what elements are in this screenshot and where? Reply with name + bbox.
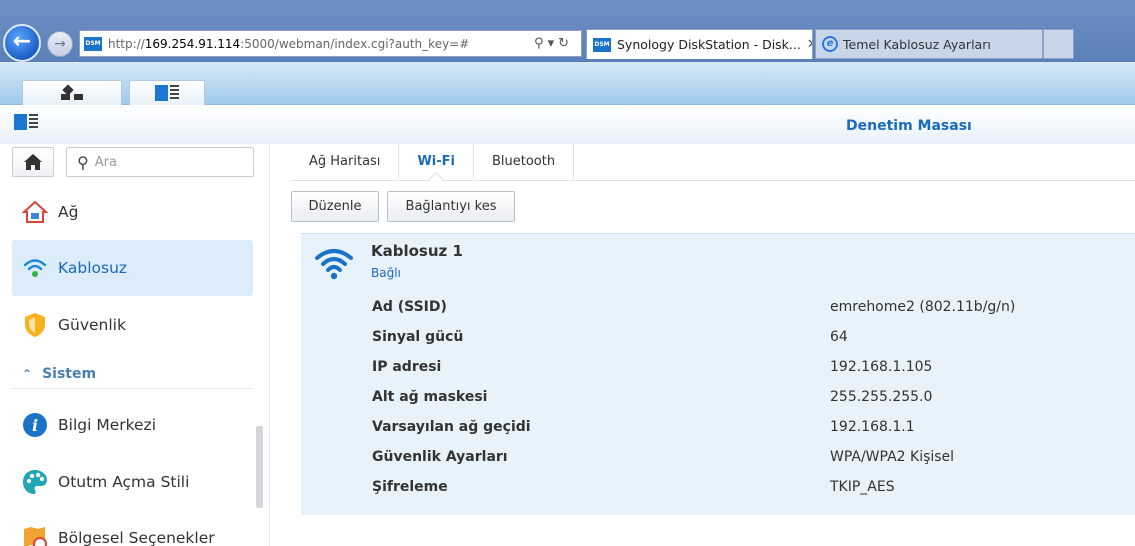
url-text[interactable]: http://169.254.91.114:5000/webman/index.…	[108, 37, 534, 51]
sidebar-item-network[interactable]: Ağ	[12, 184, 253, 240]
info-label: Alt ağ maskesi	[372, 389, 488, 405]
home-network-icon	[22, 199, 48, 225]
palette-icon	[22, 469, 48, 495]
dsm-taskbar	[0, 62, 1135, 105]
info-label: Ad (SSID)	[372, 299, 447, 315]
back-button[interactable]: ←	[3, 24, 41, 62]
sidebar-item-wireless[interactable]: Kablosuz	[12, 240, 253, 296]
info-value: TKIP_AES	[830, 479, 895, 495]
info-row-subnet: Alt ağ maskesi 255.255.255.0	[301, 389, 1135, 419]
info-row-ip: IP adresi 192.168.1.105	[301, 359, 1135, 389]
info-label: Güvenlik Ayarları	[372, 449, 508, 465]
svg-text:i: i	[32, 416, 38, 435]
taskbar-control-panel-button[interactable]	[129, 80, 205, 105]
info-label: Sinyal gücü	[372, 329, 464, 345]
refresh-icon[interactable]: ↻	[558, 36, 573, 51]
forward-button[interactable]: →	[47, 31, 73, 57]
main-menu-button[interactable]	[22, 80, 122, 105]
info-label: Şifreleme	[372, 479, 448, 495]
sidebar-scrollbar[interactable]	[256, 426, 263, 508]
ie-icon: e	[822, 36, 838, 52]
sidebar-item-label: Güvenlik	[58, 316, 126, 334]
dsm-favicon-icon: DSM	[593, 37, 611, 52]
info-row-ssid: Ad (SSID) emrehome2 (802.11b/g/n)	[301, 299, 1135, 329]
address-actions: ⚲▾↻	[534, 36, 581, 51]
info-value: 255.255.255.0	[830, 389, 933, 405]
info-row-encryption: Şifreleme TKIP_AES	[301, 479, 1135, 509]
sidebar-item-label: Ağ	[58, 203, 79, 221]
shield-icon	[22, 312, 48, 338]
sidebar-item-label: Kablosuz	[58, 259, 128, 277]
sidebar-item-security[interactable]: Güvenlik	[12, 297, 253, 353]
wifi-icon	[22, 255, 48, 281]
browser-tab-label: Synology DiskStation - Disk...	[617, 37, 801, 52]
edit-button[interactable]: Düzenle	[291, 191, 379, 222]
sidebar-item-label: Otutm Açma Stili	[58, 473, 190, 491]
info-row-gateway: Varsayılan ağ geçidi 192.168.1.1	[301, 419, 1135, 449]
wifi-icon	[315, 249, 353, 280]
chevron-up-icon: ⌃	[22, 366, 33, 381]
info-value: 192.168.1.1	[830, 419, 915, 435]
main-content: Ağ Haritası Wi-Fi Bluetooth Düzenle Bağl…	[271, 144, 1135, 546]
info-label: IP adresi	[372, 359, 442, 375]
section-header-system[interactable]: ⌃ Sistem	[12, 359, 253, 389]
browser-tab-wireless-settings[interactable]: e Temel Kablosuz Ayarları	[815, 29, 1043, 59]
info-value: 192.168.1.105	[830, 359, 933, 375]
info-value: emrehome2 (802.11b/g/n)	[830, 299, 1016, 315]
sidebar-item-label: Bölgesel Seçenekler	[58, 529, 215, 546]
dropdown-icon[interactable]: ▾	[548, 36, 559, 51]
info-value: 64	[830, 329, 848, 345]
window-header: Denetim Masası	[0, 106, 1135, 144]
control-panel-icon	[155, 85, 179, 101]
new-tab-button[interactable]	[1043, 29, 1074, 59]
url-prefix: http://	[108, 36, 145, 51]
search-icon[interactable]: ⚲	[534, 36, 548, 51]
window-title: Denetim Masası	[846, 118, 972, 134]
tab-bar: Ağ Haritası Wi-Fi Bluetooth	[291, 144, 1135, 181]
section-header-label: Sistem	[42, 365, 97, 382]
browser-toolbar: ← → DSM http://169.254.91.114:5000/webma…	[0, 0, 1135, 62]
sidebar-item-regional-options[interactable]: Bölgesel Seçenekler	[12, 510, 253, 546]
dsm-favicon-icon: DSM	[84, 36, 102, 51]
browser-tab-diskstation[interactable]: DSM Synology DiskStation - Disk... ✕	[586, 29, 813, 59]
address-bar[interactable]: DSM http://169.254.91.114:5000/webman/in…	[79, 30, 582, 57]
main-menu-icon	[61, 86, 83, 100]
info-row-signal: Sinyal gücü 64	[301, 329, 1135, 359]
browser-tab-label: Temel Kablosuz Ayarları	[843, 36, 991, 52]
sidebar-item-info-center[interactable]: i Bilgi Merkezi	[12, 397, 253, 453]
connection-name: Kablosuz 1	[371, 242, 463, 260]
url-host: 169.254.91.114	[144, 36, 241, 51]
control-panel-icon	[14, 114, 38, 130]
info-icon: i	[22, 412, 48, 438]
tab-bluetooth[interactable]: Bluetooth	[474, 144, 575, 178]
url-path: :5000/webman/index.cgi?auth_key=#	[240, 36, 470, 51]
info-value: WPA/WPA2 Kişisel	[830, 449, 955, 465]
info-row-security: Güvenlik Ayarları WPA/WPA2 Kişisel	[301, 449, 1135, 479]
tab-network-map[interactable]: Ağ Haritası	[291, 144, 400, 178]
sidebar-item-label: Bilgi Merkezi	[58, 416, 157, 434]
regional-clock-icon	[22, 525, 48, 546]
disconnect-button[interactable]: Bağlantıyı kes	[387, 191, 515, 222]
info-label: Varsayılan ağ geçidi	[372, 419, 531, 435]
wifi-connection-panel[interactable]: Kablosuz 1 Bağlı Ad (SSID) emrehome2 (80…	[301, 233, 1135, 515]
tab-wifi[interactable]: Wi-Fi	[399, 144, 474, 178]
close-icon[interactable]: ✕	[807, 37, 812, 52]
sidebar-nav: Ağ Kablosuz Güvenlik ⌃ Sistem i Bilgi Me…	[0, 144, 270, 546]
connection-status: Bağlı	[371, 266, 401, 280]
sidebar-item-login-style[interactable]: Otutm Açma Stili	[12, 454, 253, 510]
